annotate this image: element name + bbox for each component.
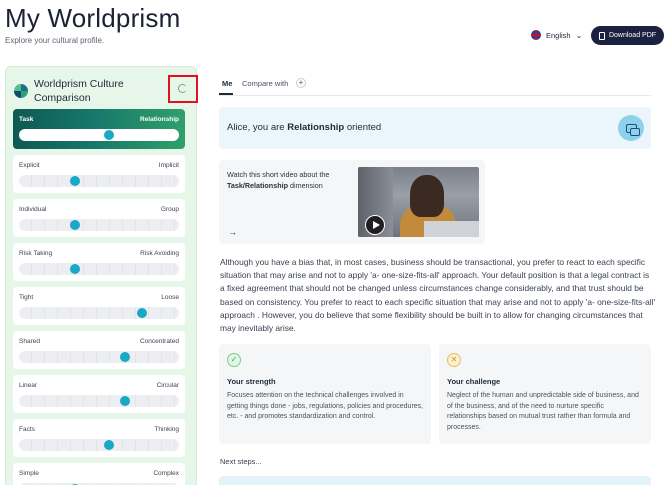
dimension-right-label: Group [160,206,179,213]
add-comparison-button[interactable]: + [296,78,306,88]
dimension-slider-track[interactable] [19,263,179,275]
language-label: English [546,30,571,40]
dimension-slider-knob[interactable] [70,176,80,186]
dimension-right-label: Loose [161,294,179,301]
dimension-slider-track[interactable] [19,129,179,141]
dimension-slider-knob[interactable] [103,440,114,450]
dimension-right-label: Thinking [154,426,179,433]
chat-icon [625,123,640,136]
page-subtitle: Explore your cultural profile. [5,36,105,45]
panel-title: Worldprism Culture Comparison [34,78,124,104]
dimension-left-label: Shared [19,338,40,345]
refresh-button[interactable] [168,75,198,103]
dimension-right-label: Implicit [158,162,179,169]
dimension-left-label: Explicit [19,162,40,169]
challenge-title: Your challenge [447,377,501,386]
dimension-row[interactable]: Tight Loose [13,287,185,325]
dimension-right-label: Circular [156,382,179,389]
dimension-row[interactable]: Task Relationship [13,109,185,149]
download-pdf-label: Download PDF [608,32,657,39]
dimension-slider-knob[interactable] [70,220,80,230]
dimension-row[interactable]: Risk Taking Risk Avoiding [13,243,185,281]
dimension-slider-knob[interactable] [103,130,114,140]
strength-card: ✓ Your strength Focuses attention on the… [219,344,431,444]
dimension-slider-track[interactable] [19,307,179,319]
tab-compare-with[interactable]: Compare with [242,79,288,88]
dimension-right-label: Complex [153,470,179,477]
dimension-left-label: Facts [19,426,35,433]
dimension-left-label: Individual [19,206,47,213]
dimension-row[interactable]: Individual Group [13,199,185,237]
download-pdf-button[interactable]: Download PDF [591,26,664,45]
video-line1: Watch this short video about the [227,170,330,179]
thumb-laptop [424,221,479,237]
culture-comparison-panel: Worldprism Culture Comparison Task Relati… [5,66,198,485]
dimension-slider-knob[interactable] [119,396,130,406]
tab-me[interactable]: Me [222,79,232,88]
dimension-slider-track[interactable] [19,439,179,451]
orientation-text: Alice, you are Relationship oriented [227,122,381,133]
page-title: My Worldprism [5,3,181,33]
play-icon[interactable] [365,215,385,235]
orientation-suffix: oriented [344,122,382,133]
dimension-left-label: Linear [19,382,38,389]
dimension-left-label: Task [19,116,34,123]
uk-flag-icon [531,30,541,40]
dimension-row[interactable]: Facts Thinking [13,419,185,457]
document-icon [598,31,605,40]
chat-button[interactable] [618,115,644,141]
next-steps-label: Next steps... [220,457,262,466]
tabs-divider [219,95,651,96]
orientation-banner: Alice, you are Relationship oriented [219,107,651,149]
challenge-card: ✕ Your challenge Neglect of the human an… [439,344,651,444]
dimension-row[interactable]: Linear Circular [13,375,185,413]
language-selector[interactable]: English ⌄ [531,30,582,40]
dimension-left-label: Simple [19,470,39,477]
check-icon: ✓ [227,353,241,367]
dimension-right-label: Relationship [139,116,179,123]
thumb-person [410,175,444,217]
video-description: Watch this short video about the Task/Rel… [227,169,349,191]
orientation-dimension: Relationship [287,122,345,133]
arrow-right-icon[interactable]: → [228,227,237,237]
dimension-row[interactable]: Shared Concentrated [13,331,185,369]
video-line2: dimension [287,181,323,190]
dimension-slider-track[interactable] [19,351,179,363]
dimension-slider-knob[interactable] [137,308,148,318]
dimension-description: Although you have a bias that, in most c… [220,257,656,334]
video-dimension: Task/Relationship [227,181,288,190]
chevron-down-icon: ⌄ [575,30,583,40]
challenge-body: Neglect of the human and unpredictable s… [447,392,639,431]
strength-body: Focuses attention on the technical chall… [227,392,424,421]
dimension-slider-knob[interactable] [119,352,130,362]
cross-icon: ✕ [447,353,461,367]
dimension-right-label: Risk Avoiding [140,250,179,257]
dimension-row[interactable]: Explicit Implicit [13,155,185,193]
dimension-left-label: Tight [19,294,34,301]
video-card: Watch this short video about the Task/Rel… [219,160,485,244]
strength-title: Your strength [227,377,276,386]
dimension-right-label: Concentrated [139,338,179,345]
orientation-prefix: Alice, you are [227,122,288,133]
dimension-slider-knob[interactable] [70,264,80,274]
refresh-icon [178,84,187,93]
dimension-slider-track[interactable] [19,395,179,407]
worldprism-logo-icon [14,84,28,98]
dimension-left-label: Risk Taking [19,250,53,257]
next-steps-card [219,476,651,485]
dimension-row[interactable]: Simple Complex [13,463,185,485]
dimension-slider-track[interactable] [19,219,179,231]
dimension-slider-track[interactable] [19,175,179,187]
video-thumbnail[interactable] [358,167,479,237]
